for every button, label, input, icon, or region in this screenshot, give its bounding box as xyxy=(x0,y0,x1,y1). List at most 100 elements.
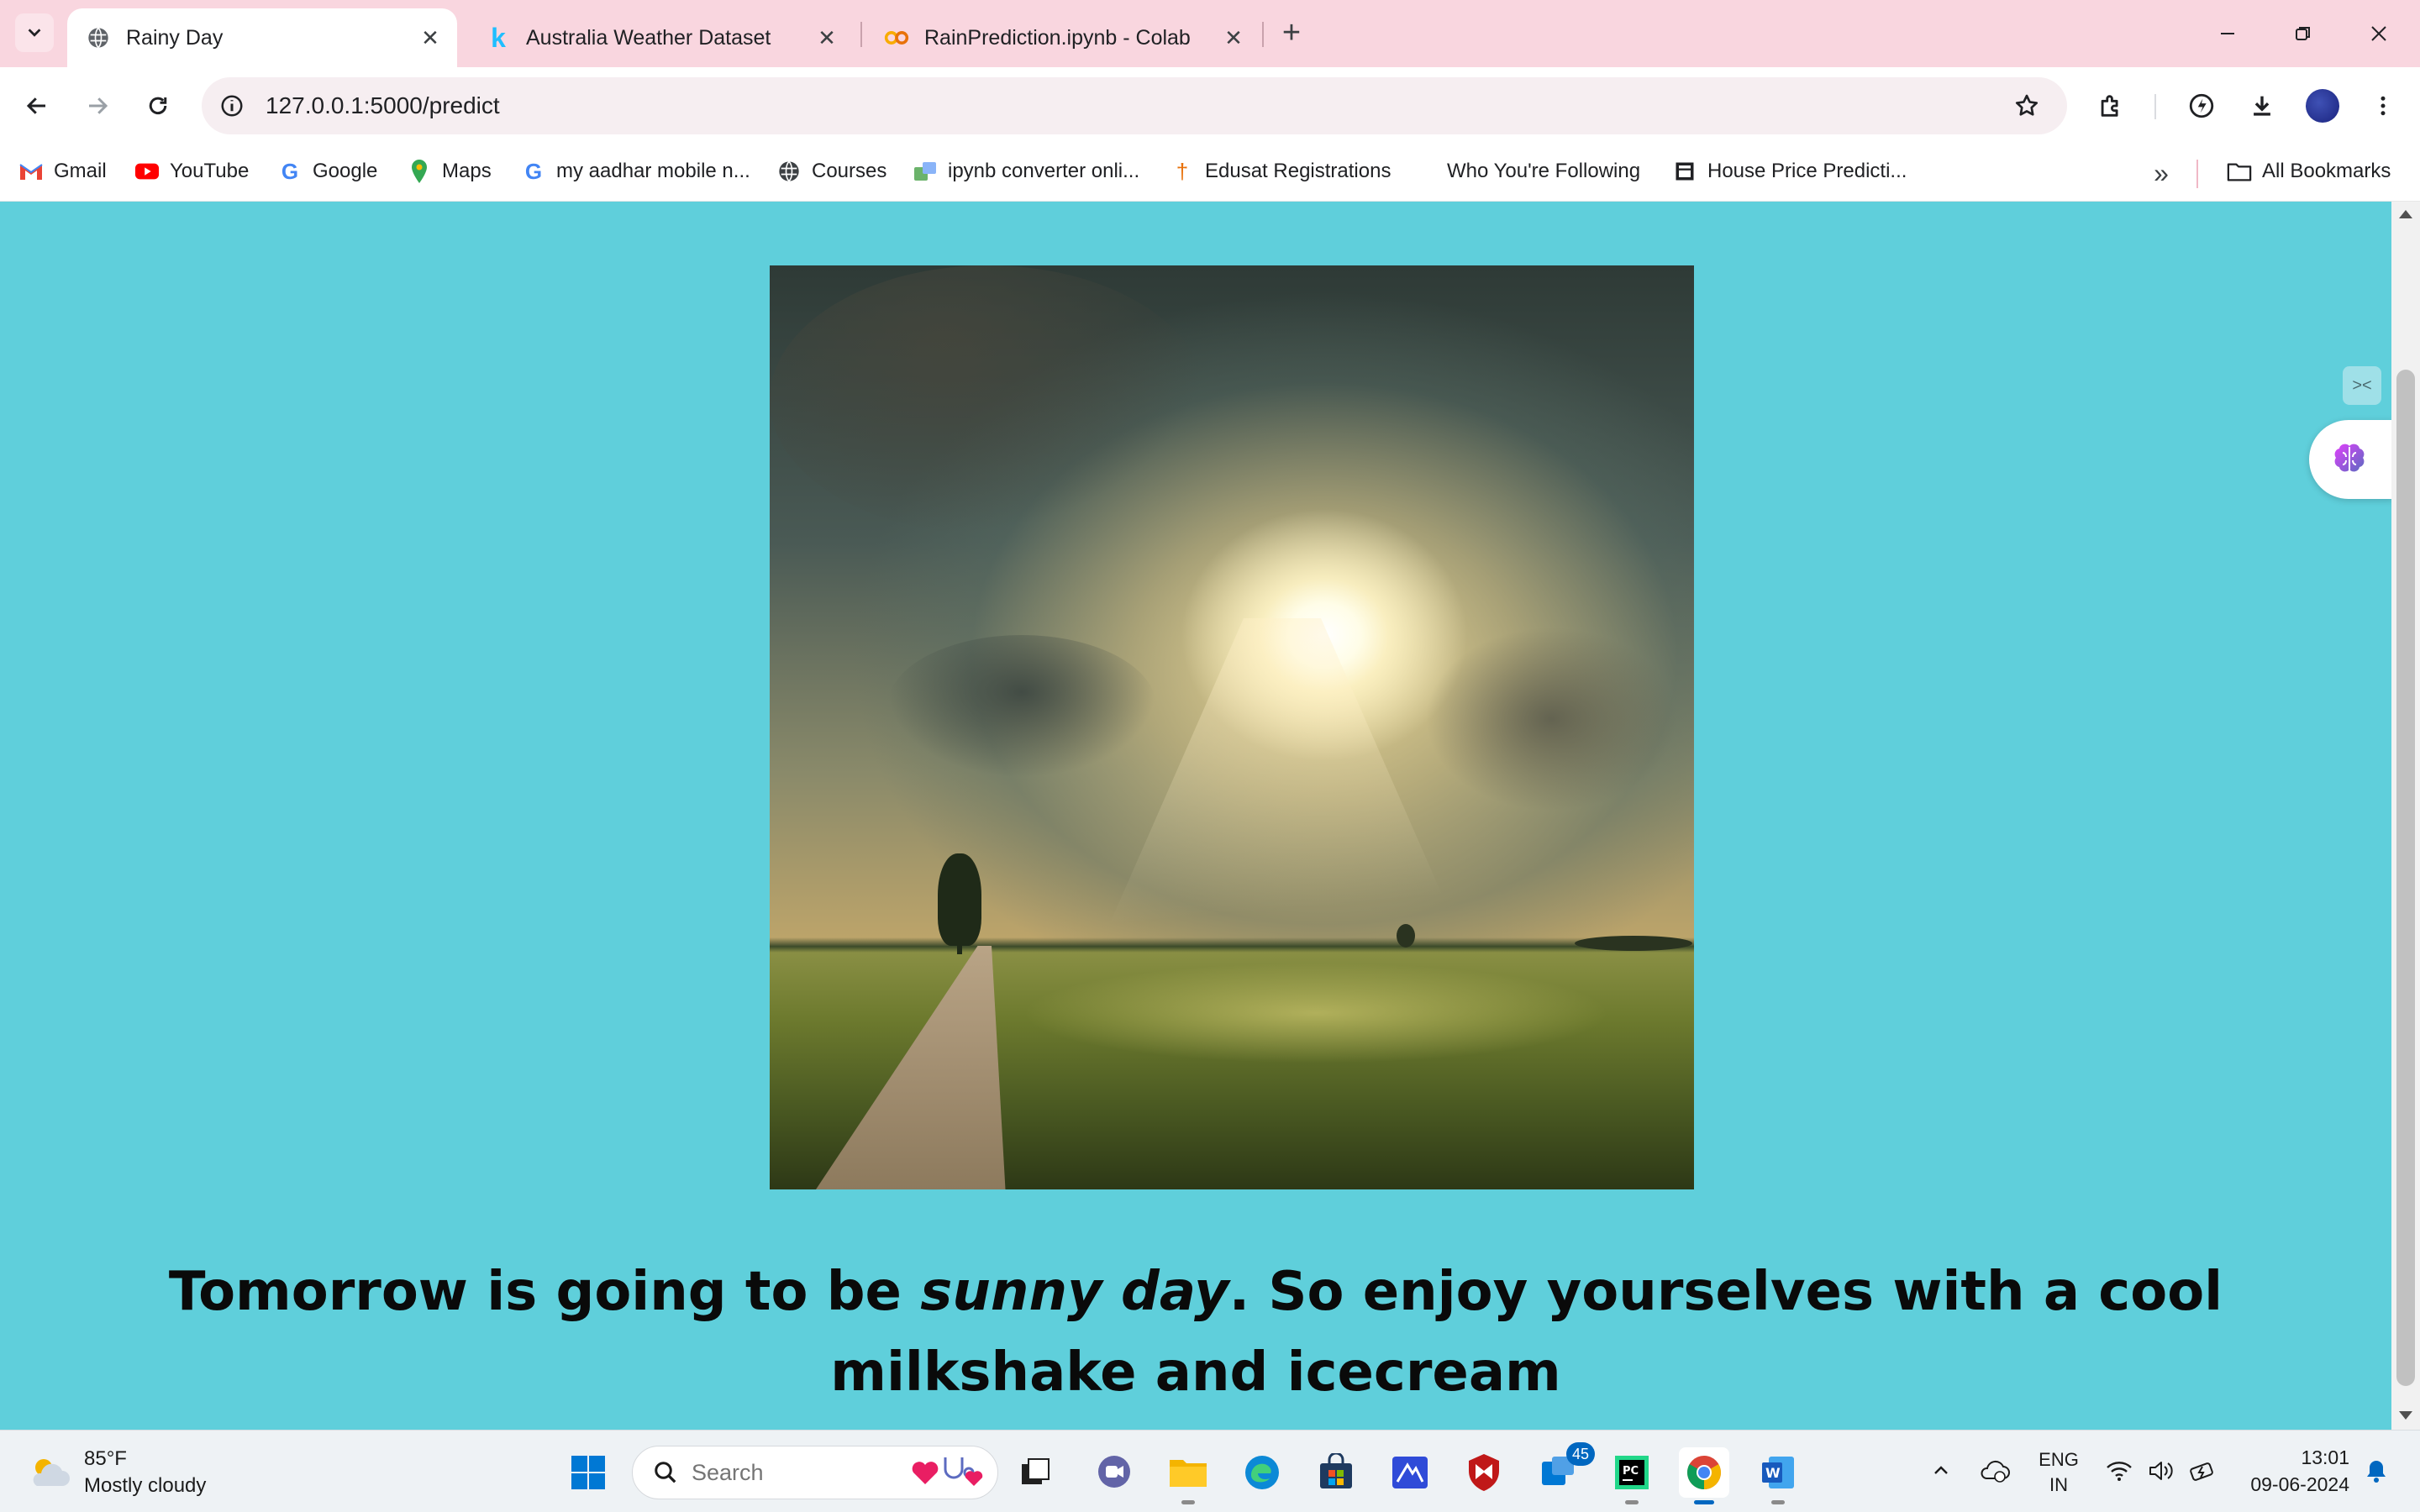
bookmark-following[interactable]: Who You're Following xyxy=(1412,153,1640,190)
toolkit-app[interactable] xyxy=(1385,1447,1435,1498)
bookmark-star-icon[interactable] xyxy=(2010,89,2044,123)
speaker-icon xyxy=(2149,1462,2173,1480)
performance-button[interactable] xyxy=(2181,86,2222,126)
teams-app[interactable]: 45 xyxy=(1533,1442,1595,1498)
clock-time: 13:01 xyxy=(2301,1446,2349,1468)
bookmark-aadhar[interactable]: G my aadhar mobile n... xyxy=(521,153,750,190)
file-explorer-app[interactable] xyxy=(1163,1447,1213,1504)
back-button[interactable] xyxy=(17,86,57,126)
windows-taskbar: 85°F Mostly cloudy 45 P xyxy=(0,1430,2420,1512)
downloads-button[interactable] xyxy=(2242,86,2282,126)
new-tab-button[interactable]: + xyxy=(1274,15,1309,50)
arrow-right-icon xyxy=(89,97,108,114)
page-icon xyxy=(1672,159,1697,184)
pycharm-icon: PC xyxy=(1615,1456,1649,1489)
toolbar-divider xyxy=(2154,94,2156,119)
page-scrollbar[interactable] xyxy=(2391,202,2420,1430)
minimize-button[interactable] xyxy=(2190,8,2265,59)
side-panel-toggle-button[interactable]: >< xyxy=(2343,366,2381,405)
forward-button[interactable] xyxy=(77,86,118,126)
word-app[interactable]: W xyxy=(1753,1447,1803,1504)
mcafee-app[interactable] xyxy=(1459,1447,1509,1498)
google-icon: G xyxy=(524,158,543,184)
arrow-left-icon xyxy=(26,97,45,114)
store-icon xyxy=(1320,1453,1352,1488)
folder-icon xyxy=(2227,159,2252,184)
all-bookmarks-button[interactable]: All Bookmarks xyxy=(2227,153,2391,190)
bell-icon xyxy=(2367,1461,2386,1483)
tab-title: Australia Weather Dataset xyxy=(526,25,771,50)
message-emphasis: sunny day xyxy=(920,1261,1229,1323)
restore-button[interactable] xyxy=(2265,8,2341,59)
bookmark-house-price[interactable]: House Price Predicti... xyxy=(1672,153,1907,190)
tab-search-button[interactable] xyxy=(15,13,54,52)
bookmark-gmail[interactable]: Gmail xyxy=(18,153,107,190)
search-input[interactable] xyxy=(692,1459,876,1486)
bookmark-google[interactable]: G Google xyxy=(277,153,378,190)
reload-button[interactable] xyxy=(138,86,178,126)
scroll-up-icon[interactable] xyxy=(2399,210,2412,218)
tab-colab[interactable]: RainPrediction.ipynb - Colab ✕ xyxy=(865,8,1260,67)
battery-tray[interactable] xyxy=(2186,1446,2220,1496)
menu-button[interactable] xyxy=(2363,86,2403,126)
google-icon: G xyxy=(281,158,299,184)
bookmark-ipynb-converter[interactable]: ipynb converter onli... xyxy=(913,153,1139,190)
close-icon[interactable]: ✕ xyxy=(415,23,445,53)
bookmark-edusat[interactable]: † Edusat Registrations xyxy=(1170,153,1392,190)
close-icon xyxy=(2371,26,2386,41)
clock-date: 09-06-2024 xyxy=(2250,1473,2349,1495)
taskbar-search[interactable] xyxy=(632,1446,998,1499)
profile-button[interactable] xyxy=(2302,86,2343,126)
close-window-button[interactable] xyxy=(2341,8,2417,59)
pycharm-app[interactable]: PC xyxy=(1607,1447,1657,1504)
search-highlight-icon xyxy=(908,1452,984,1494)
chat-app[interactable] xyxy=(1089,1447,1139,1498)
shield-icon xyxy=(1469,1454,1499,1491)
more-vertical-icon xyxy=(2381,96,2386,116)
close-icon[interactable]: ✕ xyxy=(1218,23,1249,53)
site-info-icon[interactable] xyxy=(215,89,249,123)
edge-app[interactable] xyxy=(1237,1447,1287,1498)
notifications-button[interactable] xyxy=(2360,1446,2393,1496)
edge-icon xyxy=(1245,1456,1279,1489)
language-indicator[interactable]: ENG IN xyxy=(2032,1446,2086,1499)
extension-floating-button[interactable] xyxy=(2309,420,2391,499)
url-input[interactable] xyxy=(266,92,1778,119)
bookmark-maps[interactable]: Maps xyxy=(407,153,492,190)
scrollbar-thumb[interactable] xyxy=(2396,370,2415,1386)
show-hidden-icons-button[interactable] xyxy=(1924,1446,1958,1496)
folder-icon xyxy=(1170,1460,1207,1487)
tab-separator xyxy=(860,22,862,47)
edusat-icon: † xyxy=(1176,158,1189,184)
start-button[interactable] xyxy=(563,1447,613,1498)
bookmark-courses[interactable]: Courses xyxy=(776,153,886,190)
collapse-icon: >< xyxy=(2352,375,2372,395)
volume-tray[interactable] xyxy=(2144,1446,2178,1496)
running-indicator xyxy=(1694,1500,1714,1504)
chevron-down-icon xyxy=(28,29,41,37)
notification-badge: 45 xyxy=(1566,1442,1595,1466)
page-content: Tomorrow is going to be sunny day. So en… xyxy=(0,202,2391,1430)
svg-text:W: W xyxy=(1765,1465,1781,1481)
browser-toolbar xyxy=(0,67,2420,144)
close-icon[interactable]: ✕ xyxy=(812,23,842,53)
performance-icon xyxy=(2189,93,2214,118)
chrome-app[interactable] xyxy=(1679,1447,1729,1504)
bookmark-youtube[interactable]: YouTube xyxy=(134,153,249,190)
weather-widget[interactable]: 85°F Mostly cloudy xyxy=(25,1446,206,1499)
task-view-button[interactable] xyxy=(1010,1447,1060,1498)
tab-separator xyxy=(1262,22,1264,47)
tab-rainy-day[interactable]: Rainy Day ✕ xyxy=(67,8,457,67)
scroll-down-icon[interactable] xyxy=(2399,1411,2412,1420)
system-clock[interactable]: 13:01 09-06-2024 xyxy=(2235,1444,2349,1498)
weather-temperature: 85°F xyxy=(84,1447,127,1470)
extensions-button[interactable] xyxy=(2091,86,2131,126)
tab-australia-weather[interactable]: k Australia Weather Dataset ✕ xyxy=(467,8,854,67)
language-code: ENG xyxy=(2039,1449,2079,1470)
wifi-tray[interactable] xyxy=(2102,1446,2136,1496)
store-app[interactable] xyxy=(1311,1447,1361,1498)
address-bar[interactable] xyxy=(202,77,2067,134)
bookmark-label: Who You're Following xyxy=(1447,160,1641,182)
bookmarks-overflow-button[interactable]: » xyxy=(2144,156,2178,190)
onedrive-tray[interactable] xyxy=(1976,1446,2013,1496)
